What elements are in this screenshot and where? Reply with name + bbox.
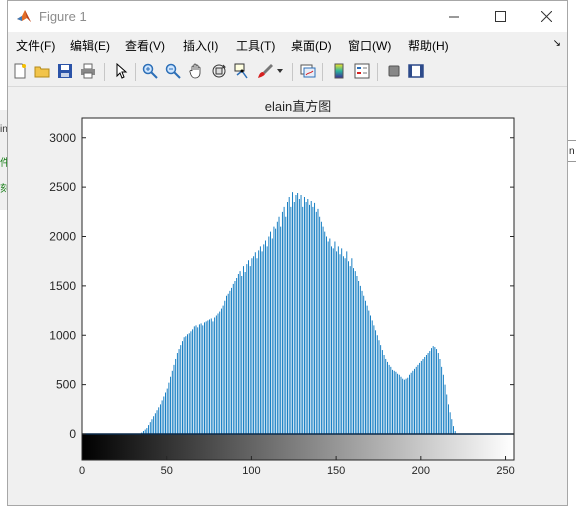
- minimize-icon: [449, 16, 459, 17]
- toolbar-separator: [135, 63, 136, 81]
- menu-window[interactable]: 窗口(W): [348, 37, 391, 54]
- save-icon: [58, 64, 72, 78]
- hide-plot-tools-button[interactable]: [384, 61, 404, 81]
- pan-icon: [189, 63, 201, 79]
- new-figure-icon: [14, 63, 26, 79]
- menu-desktop[interactable]: 桌面(D): [291, 37, 332, 54]
- zoom-out-icon: [165, 63, 181, 79]
- histogram-plot[interactable]: 0500100015002000250030000 50 100 150 200 250 …: [8, 87, 567, 505]
- new-figure-button[interactable]: [10, 61, 30, 81]
- toolbar-separator: [104, 63, 105, 81]
- gray-colorbar: [82, 434, 514, 460]
- x-tick-label: 0: [79, 465, 85, 477]
- y-tick-label: 1000: [49, 328, 76, 342]
- pointer-button[interactable]: [111, 61, 131, 81]
- y-tick-label: 500: [56, 378, 76, 392]
- x-tick-label: 250: [496, 465, 514, 477]
- pan-button[interactable]: [186, 61, 206, 81]
- link-plot-button[interactable]: [298, 61, 318, 81]
- y-tick-label: 2500: [49, 180, 76, 194]
- x-tick-label: 100: [242, 465, 260, 477]
- brush-dropdown-button[interactable]: [275, 61, 285, 81]
- open-file-button[interactable]: [32, 61, 52, 81]
- y-tick-label: 3000: [49, 131, 76, 145]
- maximize-icon: [494, 11, 506, 22]
- rotate-3d-button[interactable]: [209, 61, 229, 81]
- y-tick-label: 0: [69, 427, 76, 441]
- toolbar: [8, 58, 567, 87]
- print-icon: [81, 63, 95, 79]
- matlab-logo-icon: [17, 10, 31, 22]
- background-window-edge-right: n: [567, 140, 576, 162]
- menu-view[interactable]: 查看(V): [125, 37, 165, 54]
- zoom-in-button[interactable]: [140, 61, 160, 81]
- data-cursor-icon: [234, 63, 248, 79]
- toolbar-separator: [377, 63, 378, 81]
- dock-arrow-icon[interactable]: ↘: [553, 38, 561, 49]
- toolbar-separator: [322, 63, 323, 81]
- x-tick-label: 50: [161, 465, 173, 477]
- brush-icon: [258, 64, 273, 78]
- pointer-icon: [116, 63, 128, 79]
- menu-edit[interactable]: 编辑(E): [70, 37, 110, 54]
- open-file-icon: [34, 66, 50, 78]
- chart-title: elain直方图: [265, 99, 331, 114]
- rotate-3d-icon: [212, 64, 226, 78]
- window-title: Figure 1: [39, 9, 87, 24]
- y-tick-label: 1500: [49, 279, 76, 293]
- x-tick-label: 150: [327, 465, 345, 477]
- colorbar-button[interactable]: [329, 61, 349, 81]
- zoom-in-icon: [142, 63, 158, 79]
- y-tick-label: 2000: [49, 230, 76, 244]
- maximize-button[interactable]: [477, 1, 523, 32]
- figure-window: Figure 1 文件(F) 编辑(E) 查看(V) 插入(I) 工具(T) 桌…: [7, 0, 568, 506]
- link-plot-icon: [300, 64, 316, 78]
- save-button[interactable]: [55, 61, 75, 81]
- show-plot-tools-icon: [408, 64, 424, 78]
- title-bar[interactable]: Figure 1: [8, 1, 567, 32]
- chevron-down-icon: [277, 69, 283, 73]
- x-tick-label: 200: [412, 465, 430, 477]
- legend-icon: [354, 63, 370, 79]
- print-button[interactable]: [78, 61, 98, 81]
- close-icon: [540, 11, 552, 22]
- legend-button[interactable]: [352, 61, 372, 81]
- show-plot-tools-button[interactable]: [406, 61, 426, 81]
- zoom-out-button[interactable]: [163, 61, 183, 81]
- menu-tools[interactable]: 工具(T): [236, 37, 275, 54]
- menu-file[interactable]: 文件(F): [16, 37, 55, 54]
- menu-help[interactable]: 帮助(H): [408, 37, 449, 54]
- close-button[interactable]: [523, 1, 569, 32]
- toolbar-separator: [292, 63, 293, 81]
- data-cursor-button[interactable]: [232, 61, 252, 81]
- minimize-button[interactable]: [431, 1, 477, 32]
- menu-insert[interactable]: 插入(I): [183, 37, 218, 54]
- background-fragment: n: [569, 146, 575, 157]
- hide-plot-tools-icon: [388, 65, 400, 77]
- brush-button[interactable]: [255, 61, 275, 81]
- menu-bar: 文件(F) 编辑(E) 查看(V) 插入(I) 工具(T) 桌面(D) 窗口(W…: [8, 34, 567, 56]
- figure-canvas: 0 500 1000 1500 2000 2500 3000 0 50 100 150 200 250 …: [8, 87, 567, 505]
- colorbar-icon: [334, 63, 344, 79]
